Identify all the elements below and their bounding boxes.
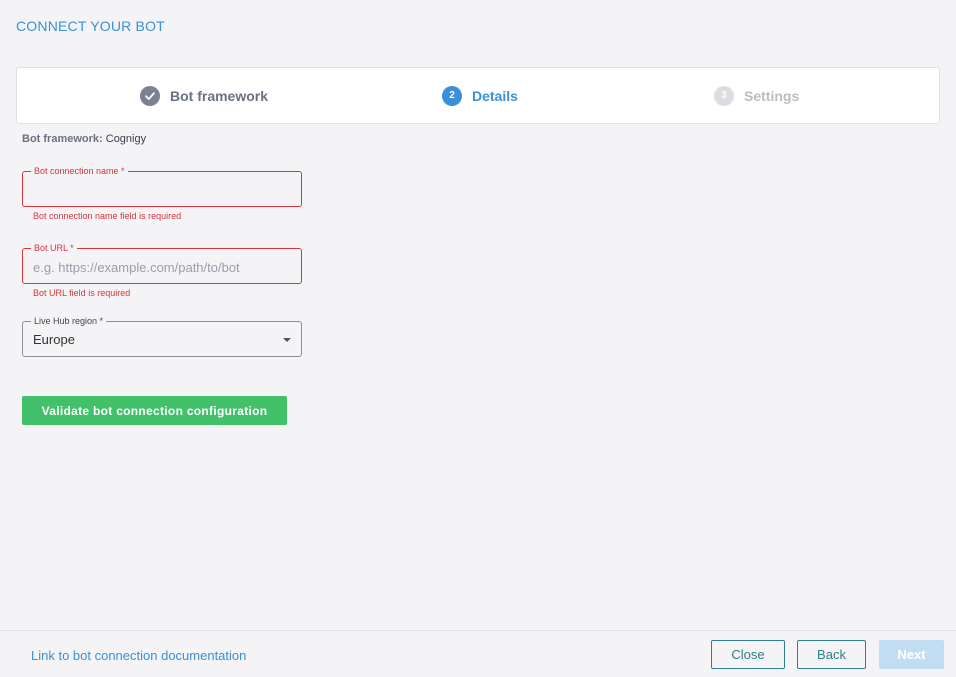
bot-url-label: Bot URL *: [31, 241, 77, 255]
step-label: Bot framework: [170, 87, 269, 104]
bot-framework-summary: Bot framework: Cognigy: [22, 133, 146, 145]
next-button[interactable]: Next: [879, 640, 944, 669]
documentation-link[interactable]: Link to bot connection documentation: [31, 648, 246, 663]
step-settings: 3 Settings: [714, 68, 799, 123]
connection-name-error: Bot connection name field is required: [33, 211, 182, 221]
stepper: Bot framework 2 Details 3 Settings: [16, 67, 940, 124]
region-select[interactable]: Live Hub region * Europe: [22, 314, 302, 357]
bot-url-error: Bot URL field is required: [33, 288, 131, 298]
bot-framework-value: Cognigy: [105, 133, 147, 145]
step-label: Details: [472, 87, 518, 104]
validate-button[interactable]: Validate bot connection configuration: [22, 396, 287, 425]
step-label: Settings: [744, 87, 800, 104]
step-bot-framework: Bot framework: [140, 68, 268, 123]
back-button[interactable]: Back: [797, 640, 866, 669]
step-number: 2: [442, 85, 462, 106]
close-button[interactable]: Close: [711, 640, 785, 669]
region-selected-value: Europe: [33, 332, 75, 347]
step-number: 3: [714, 85, 734, 106]
connection-name-label: Bot connection name *: [31, 164, 128, 178]
region-label: Live Hub region *: [31, 314, 107, 328]
footer: Link to bot connection documentation Clo…: [0, 630, 956, 677]
page-title: CONNECT YOUR BOT: [16, 18, 165, 34]
dropdown-caret-icon: [283, 338, 291, 342]
check-icon: [140, 85, 160, 106]
bot-url-input[interactable]: [33, 258, 288, 276]
connection-name-field[interactable]: Bot connection name *: [22, 164, 302, 207]
bot-framework-key: Bot framework:: [22, 133, 103, 145]
step-details: 2 Details: [442, 68, 518, 123]
connection-name-input[interactable]: [33, 181, 288, 199]
bot-url-field[interactable]: Bot URL *: [22, 241, 302, 284]
